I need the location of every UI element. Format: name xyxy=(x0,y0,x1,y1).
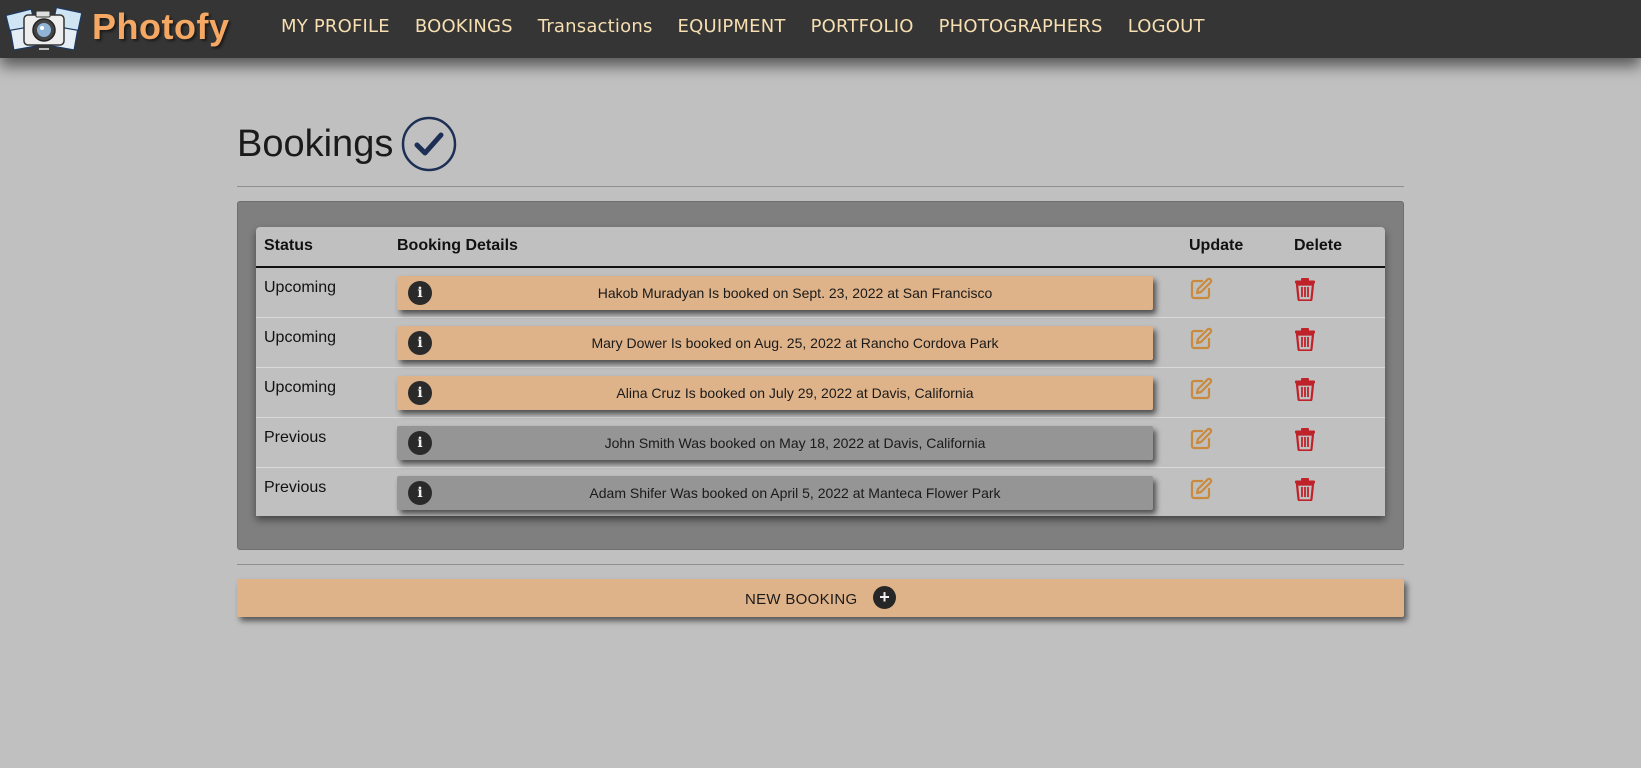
nav-transactions[interactable]: Transactions xyxy=(538,16,653,37)
info-icon[interactable]: i xyxy=(408,381,432,405)
table-header: Status Booking Details Update Delete xyxy=(256,227,1385,268)
new-booking-button[interactable]: NEW BOOKING + xyxy=(237,579,1404,617)
nav-bookings[interactable]: BOOKINGS xyxy=(415,16,513,37)
nav-photographers[interactable]: PHOTOGRAPHERS xyxy=(939,16,1103,37)
booking-detail-card[interactable]: i Adam Shifer Was booked on April 5, 202… xyxy=(397,476,1153,510)
plus-circle-icon: + xyxy=(873,586,896,609)
header-delete: Delete xyxy=(1294,237,1343,254)
nav-my-profile[interactable]: MY PROFILE xyxy=(281,16,390,37)
edit-icon[interactable] xyxy=(1189,477,1213,501)
booking-status: Upcoming xyxy=(264,379,337,396)
edit-icon[interactable] xyxy=(1189,327,1213,351)
table-row: Upcoming i Mary Dower Is booked on Aug. … xyxy=(256,318,1385,368)
divider xyxy=(237,564,1404,565)
trash-icon[interactable] xyxy=(1294,427,1316,451)
booking-status: Upcoming xyxy=(264,279,337,296)
header-update: Update xyxy=(1189,237,1244,254)
info-icon[interactable]: i xyxy=(408,431,432,455)
booking-detail-text: John Smith Was booked on May 18, 2022 at… xyxy=(604,435,986,451)
nav-equipment[interactable]: EQUIPMENT xyxy=(678,16,786,37)
nav-logout[interactable]: LOGOUT xyxy=(1128,16,1205,37)
edit-icon[interactable] xyxy=(1189,277,1213,301)
header-status: Status xyxy=(264,237,313,254)
table-row: Previous i John Smith Was booked on May … xyxy=(256,418,1385,468)
nav-menu: MY PROFILE BOOKINGS Transactions EQUIPME… xyxy=(281,16,1230,37)
booking-detail-card[interactable]: i John Smith Was booked on May 18, 2022 … xyxy=(397,426,1153,460)
trash-icon[interactable] xyxy=(1294,477,1316,501)
bookings-table: Status Booking Details Update Delete Upc… xyxy=(256,227,1385,516)
trash-icon[interactable] xyxy=(1294,277,1316,301)
info-icon[interactable]: i xyxy=(408,281,432,305)
booking-status: Upcoming xyxy=(264,329,337,346)
navbar: Photofy MY PROFILE BOOKINGS Transactions… xyxy=(0,0,1641,58)
trash-icon[interactable] xyxy=(1294,327,1316,351)
brand-home-link[interactable]: Photofy xyxy=(6,2,229,56)
page-title: Bookings xyxy=(237,122,394,165)
check-circle-icon xyxy=(402,116,457,172)
info-icon[interactable]: i xyxy=(408,481,432,505)
table-row: Upcoming i Alina Cruz Is booked on July … xyxy=(256,368,1385,418)
edit-icon[interactable] xyxy=(1189,427,1213,451)
page-header: Bookings xyxy=(237,115,457,173)
booking-detail-card[interactable]: i Alina Cruz Is booked on July 29, 2022 … xyxy=(397,376,1153,410)
nav-portfolio[interactable]: PORTFOLIO xyxy=(811,16,914,37)
trash-icon[interactable] xyxy=(1294,377,1316,401)
booking-detail-text: Hakob Muradyan Is booked on Sept. 23, 20… xyxy=(597,285,993,301)
info-icon[interactable]: i xyxy=(408,331,432,355)
header-booking-details: Booking Details xyxy=(397,237,518,254)
new-booking-label: NEW BOOKING xyxy=(745,591,858,608)
divider xyxy=(237,186,1404,187)
brand-name[interactable]: Photofy xyxy=(92,6,229,48)
camera-photos-icon xyxy=(6,6,82,51)
edit-icon[interactable] xyxy=(1189,377,1213,401)
booking-detail-text: Alina Cruz Is booked on July 29, 2022 at… xyxy=(616,385,974,401)
booking-detail-text: Adam Shifer Was booked on April 5, 2022 … xyxy=(589,485,1001,501)
table-row: Previous i Adam Shifer Was booked on Apr… xyxy=(256,468,1385,518)
booking-detail-text: Mary Dower Is booked on Aug. 25, 2022 at… xyxy=(591,335,999,351)
booking-status: Previous xyxy=(264,479,327,496)
bookings-panel: Status Booking Details Update Delete Upc… xyxy=(237,201,1404,550)
booking-detail-card[interactable]: i Mary Dower Is booked on Aug. 25, 2022 … xyxy=(397,326,1153,360)
table-row: Upcoming i Hakob Muradyan Is booked on S… xyxy=(256,268,1385,318)
booking-detail-card[interactable]: i Hakob Muradyan Is booked on Sept. 23, … xyxy=(397,276,1153,310)
booking-status: Previous xyxy=(264,429,327,446)
